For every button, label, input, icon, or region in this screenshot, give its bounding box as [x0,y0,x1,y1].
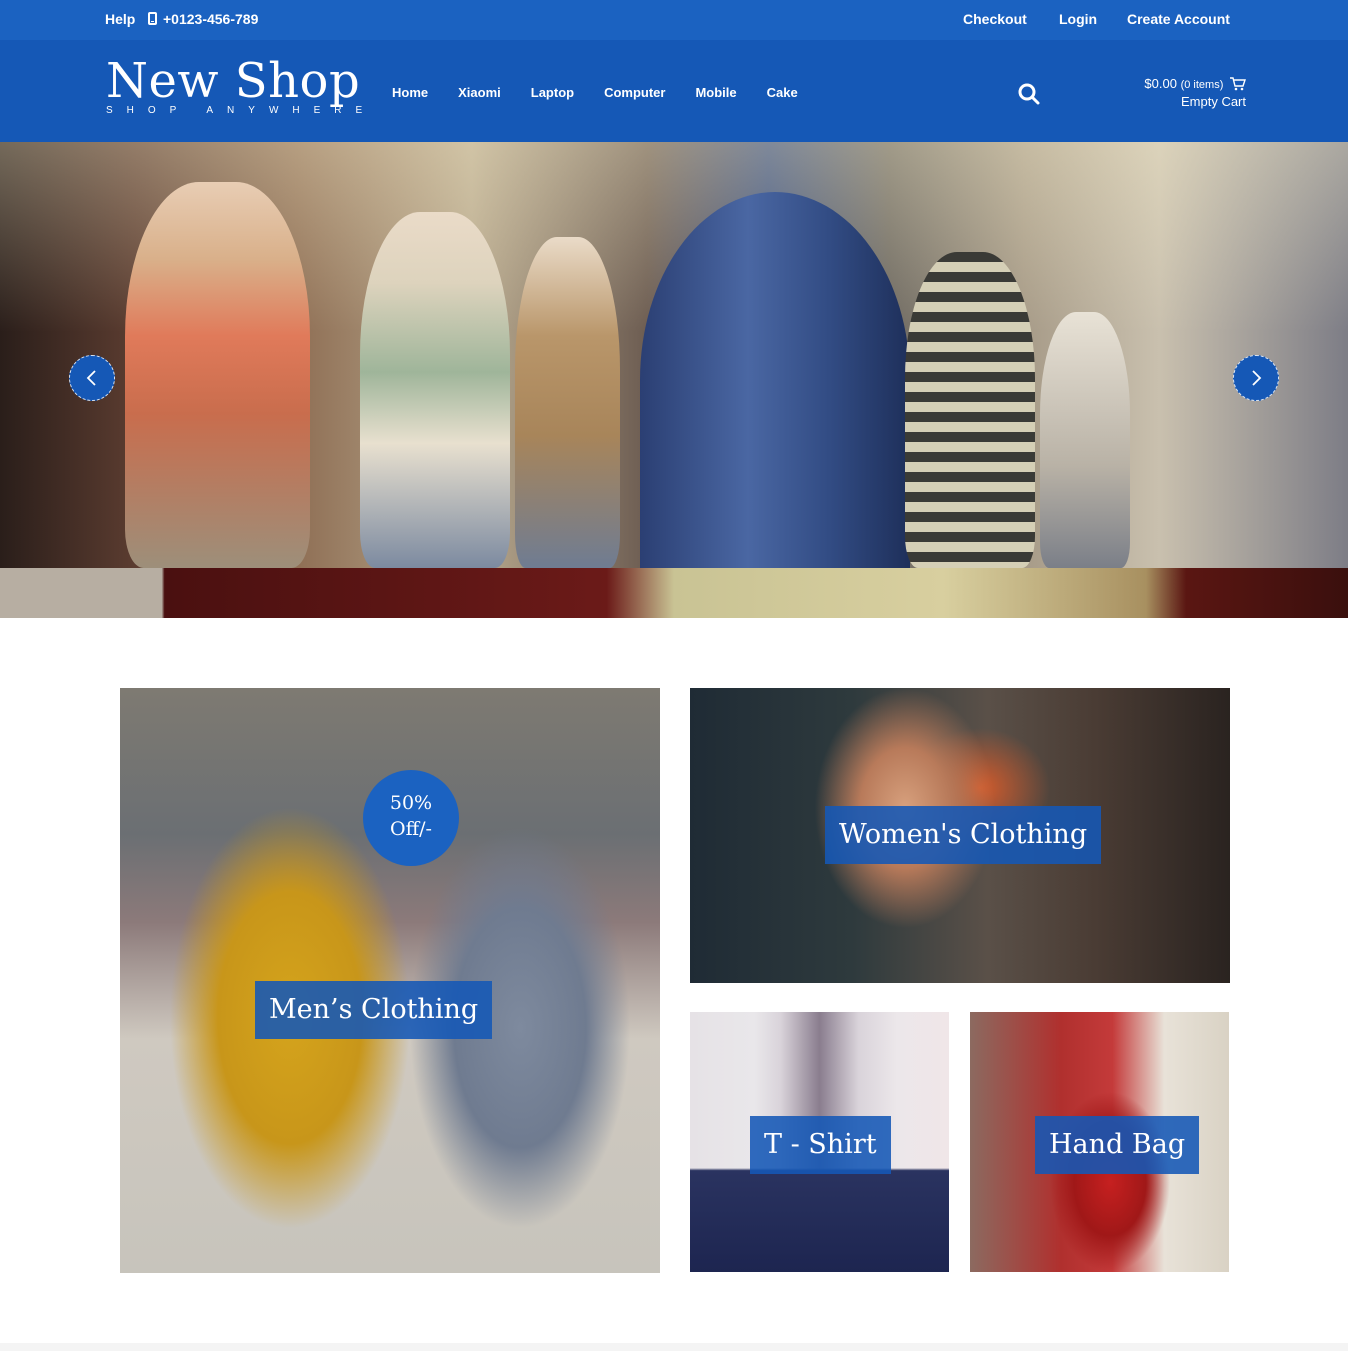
discount-badge-text: Off/- [390,818,432,840]
help-link[interactable]: Help [105,11,135,27]
create-account-link[interactable]: Create Account [1127,11,1230,27]
category-tile-hand-bag[interactable]: Hand Bag [970,1012,1229,1272]
chevron-right-icon [1252,370,1262,386]
slide-image-mannequin-5 [1040,312,1130,568]
category-tile-womens-clothing[interactable]: Women's Clothing [690,688,1230,983]
category-tile-tshirt[interactable]: T - Shirt [690,1012,949,1272]
login-link[interactable]: Login [1059,11,1097,27]
slide-image-mannequin-3 [515,237,620,568]
discount-badge: 50% Off/- [363,770,459,866]
hero-slider [0,142,1348,618]
cart-total: $0.00 [1144,76,1177,91]
footer-divider [0,1343,1348,1351]
site-logo[interactable]: New Shop SHOP ANYWHERE [106,54,366,124]
slide-image-strip [0,568,1348,618]
slide-image-mannequin-1 [125,182,310,568]
slide-image-mannequin-4 [905,252,1035,568]
discount-badge-percent: 50% [389,792,433,814]
phone-icon [148,12,157,25]
logo-title: New Shop [106,53,361,109]
mini-cart[interactable]: $0.00 (0 items) Empty Cart [1110,76,1246,109]
slider-prev-button[interactable] [69,355,115,401]
category-tile-mens-clothing[interactable]: 50% Off/- Men’s Clothing [120,688,660,1273]
category-label-tshirt: T - Shirt [750,1116,891,1174]
nav-laptop[interactable]: Laptop [531,85,574,100]
phone-number-text: +0123-456-789 [163,11,259,27]
main-nav: Home Xiaomi Laptop Computer Mobile Cake [392,85,828,100]
nav-cake[interactable]: Cake [767,85,798,100]
category-label-mens-clothing: Men’s Clothing [255,981,493,1039]
nav-xiaomi[interactable]: Xiaomi [458,85,501,100]
cart-summary: $0.00 (0 items) [1110,76,1246,91]
logo-tagline: SHOP ANYWHERE [106,105,377,116]
category-label-hand-bag: Hand Bag [1035,1116,1200,1174]
cart-icon [1230,77,1246,91]
nav-mobile[interactable]: Mobile [695,85,736,100]
category-label-womens-clothing: Women's Clothing [825,806,1102,864]
search-icon [1018,83,1040,105]
cart-items-count: (0 items) [1180,79,1224,91]
phone-number: +0123-456-789 [148,11,258,27]
chevron-left-icon [86,370,96,386]
nav-home[interactable]: Home [392,85,428,100]
top-bar: Help +0123-456-789 Checkout Login Create… [0,0,1348,40]
main-header: New Shop SHOP ANYWHERE Home Xiaomi Lapto… [0,40,1348,142]
nav-computer[interactable]: Computer [604,85,665,100]
cart-status: Empty Cart [1180,94,1246,109]
checkout-link[interactable]: Checkout [963,11,1027,27]
search-button[interactable] [1017,82,1041,106]
slide-image-mannequin-2 [360,212,510,568]
slide-image-boat [640,192,910,568]
slider-next-button[interactable] [1233,355,1279,401]
